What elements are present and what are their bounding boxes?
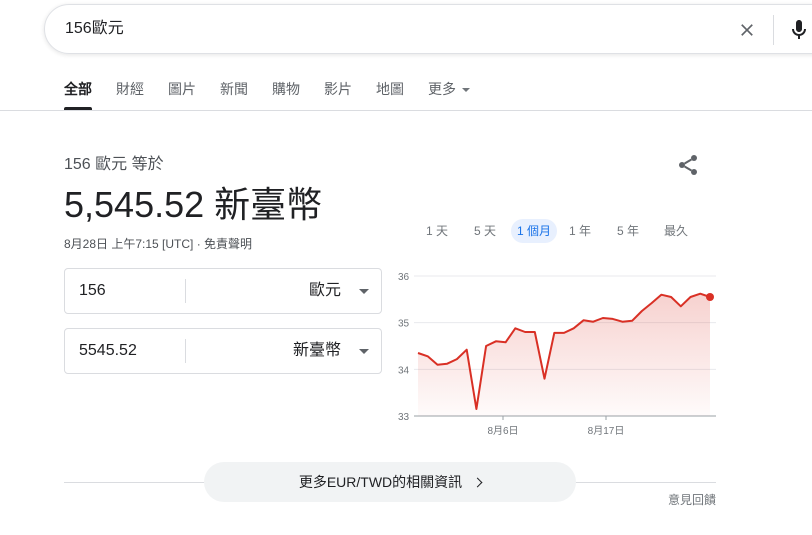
- microphone-icon[interactable]: [787, 18, 811, 42]
- search-divider: [773, 15, 774, 45]
- tab-maps[interactable]: 地圖: [376, 79, 404, 99]
- caret-down-icon: [462, 88, 470, 93]
- conversion-subtitle: 156 歐元 等於: [64, 156, 164, 173]
- range-1d[interactable]: 1 天: [426, 219, 448, 243]
- caret-down-icon[interactable]: [359, 289, 369, 294]
- to-currency-select[interactable]: 新臺幣: [293, 329, 341, 373]
- chart-x-tick-label: 8月17日: [588, 425, 625, 437]
- chart-y-tick-label: 36: [398, 272, 410, 283]
- tab-videos[interactable]: 影片: [324, 79, 352, 99]
- tab-all[interactable]: 全部: [64, 79, 92, 99]
- tab-finance[interactable]: 財經: [116, 79, 144, 99]
- close-icon[interactable]: [737, 20, 757, 40]
- range-max[interactable]: 最久: [664, 219, 688, 243]
- exchange-rate-chart[interactable]: 36 35 34 33 8月6日 8月17日: [390, 262, 720, 442]
- from-separator: [185, 279, 186, 303]
- to-amount-box: 5545.52 新臺幣: [64, 328, 382, 374]
- chart-x-tick-label: 8月6日: [487, 425, 518, 437]
- to-amount-input[interactable]: 5545.52: [79, 329, 137, 373]
- range-5d[interactable]: 5 天: [474, 219, 496, 243]
- chart-y-tick-label: 35: [398, 319, 410, 330]
- chart-current-point: [706, 293, 714, 301]
- chevron-right-icon: [472, 477, 483, 488]
- from-amount-input[interactable]: 156: [79, 269, 106, 313]
- tab-more[interactable]: 更多: [428, 79, 470, 99]
- more-info-button[interactable]: 更多EUR/TWD的相關資訊: [204, 462, 576, 502]
- to-separator: [185, 339, 186, 363]
- range-5y[interactable]: 5 年: [617, 219, 639, 243]
- chart-y-tick-label: 33: [398, 412, 410, 423]
- from-currency-select[interactable]: 歐元: [309, 269, 341, 313]
- range-1y[interactable]: 1 年: [569, 219, 591, 243]
- more-info-label: 更多EUR/TWD的相關資訊: [298, 474, 463, 490]
- conversion-result: 5,545.52 新臺幣: [64, 184, 323, 225]
- tab-shopping[interactable]: 購物: [272, 79, 300, 99]
- feedback-link[interactable]: 意見回饋: [668, 491, 716, 508]
- conversion-timestamp: 8月28日 上午7:15 [UTC] · 免責聲明: [64, 237, 253, 251]
- search-input[interactable]: 156歐元: [65, 5, 124, 53]
- caret-down-icon[interactable]: [359, 349, 369, 354]
- search-box[interactable]: 156歐元: [44, 4, 812, 54]
- range-1m[interactable]: 1 個月: [511, 219, 558, 243]
- tab-more-label: 更多: [428, 81, 456, 97]
- tab-images[interactable]: 圖片: [168, 79, 196, 99]
- share-icon[interactable]: [676, 153, 700, 177]
- tabs-divider: [0, 110, 812, 111]
- from-amount-box: 156 歐元: [64, 268, 382, 314]
- tab-news[interactable]: 新聞: [220, 79, 248, 99]
- chart-y-tick-label: 34: [398, 365, 410, 376]
